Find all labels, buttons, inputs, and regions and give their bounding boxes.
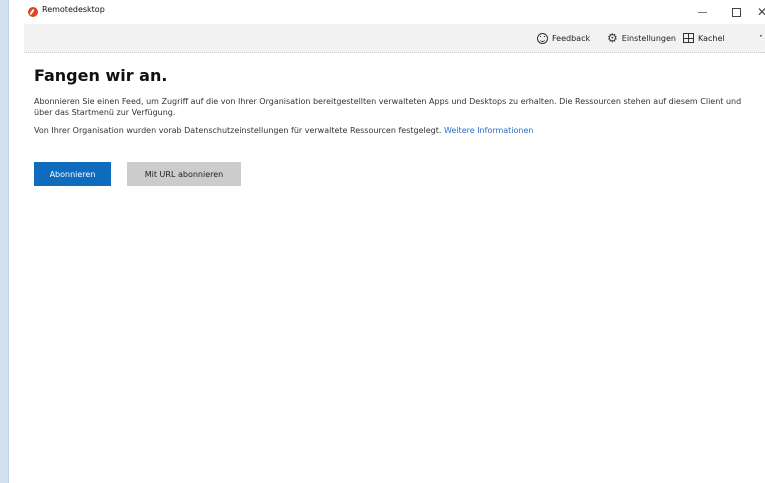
subscribe-button[interactable]: Abonnieren [34,162,111,186]
minimize-button[interactable] [692,2,712,22]
maximize-button[interactable] [726,2,746,22]
window-title: Remotedesktop [42,5,105,14]
page-title: Fangen wir an. [34,66,168,85]
feedback-label: Feedback [552,33,591,43]
main-content: Fangen wir an. Abonnieren Sie einen Feed… [34,66,754,186]
more-info-link[interactable]: Weitere Informationen [444,126,534,135]
gear-icon: ⚙ [607,31,618,45]
close-button[interactable]: ✕ [752,2,765,22]
settings-label: Einstellungen [621,33,676,43]
background-window-edge [0,0,9,483]
tile-view-button[interactable]: Kachel [683,30,725,46]
privacy-text: Von Ihrer Organisation wurden vorab Date… [34,126,442,135]
more-options-button[interactable]: ··· [759,28,765,44]
smiley-icon [537,32,548,44]
title-bar: Remotedesktop ✕ [24,0,765,24]
remote-desktop-logo-icon [28,7,38,17]
privacy-notice: Von Ihrer Organisation wurden vorab Date… [34,125,749,136]
tile-label: Kachel [698,33,725,43]
settings-button[interactable]: ⚙ Einstellungen [607,30,676,46]
command-bar: Feedback ⚙ Einstellungen Kachel ··· [24,24,765,53]
tile-grid-icon [683,33,694,43]
subscribe-with-url-button[interactable]: Mit URL abonnieren [127,162,241,186]
feedback-button[interactable]: Feedback [537,30,590,46]
subscribe-description: Abonnieren Sie einen Feed, um Zugriff au… [34,97,742,117]
